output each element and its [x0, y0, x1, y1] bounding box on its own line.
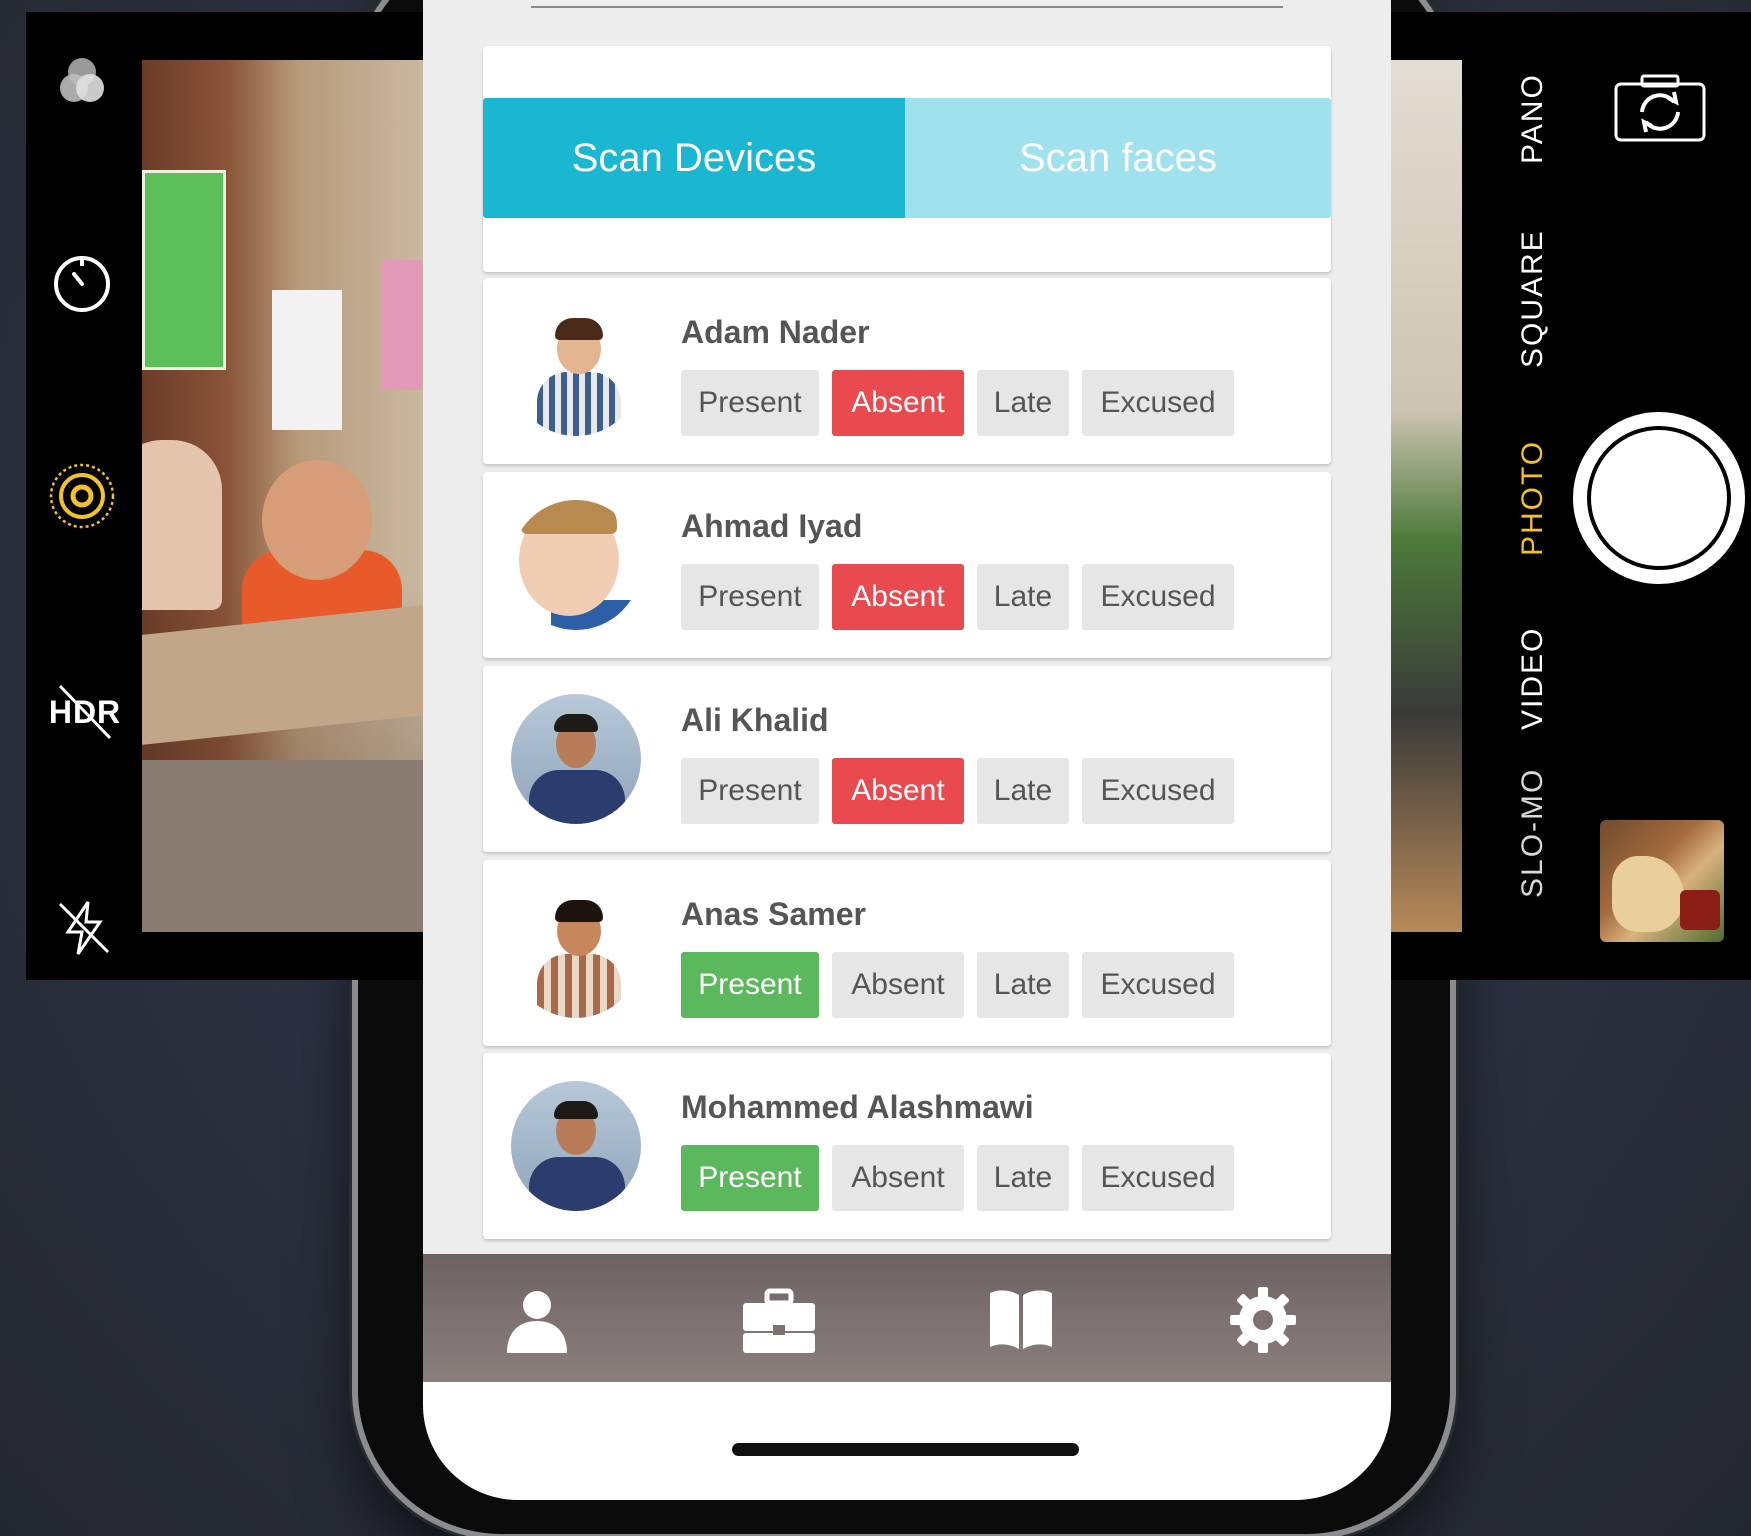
absent-button[interactable]: Absent: [832, 564, 964, 630]
present-button[interactable]: Present: [681, 564, 819, 630]
camera-frame-strip: [1388, 932, 1462, 980]
mode-pano[interactable]: PANO: [1516, 73, 1550, 164]
avatar: [511, 306, 641, 436]
home-indicator[interactable]: [732, 1443, 1079, 1456]
timer-icon[interactable]: [50, 252, 114, 316]
avatar: [511, 888, 641, 1018]
attendance-options: Present Absent Late Excused: [681, 758, 1234, 824]
switch-camera-icon[interactable]: [1612, 72, 1708, 144]
tab-library[interactable]: [973, 1272, 1069, 1368]
camera-left-toolbar: HDR: [26, 12, 142, 980]
mode-video[interactable]: VIDEO: [1516, 627, 1550, 730]
late-button[interactable]: Late: [977, 952, 1069, 1018]
camera-frame-strip: [1388, 12, 1462, 60]
avatar: [511, 1081, 641, 1211]
profile-icon: [507, 1291, 567, 1353]
student-card: Ali Khalid Present Absent Late Excused: [483, 666, 1331, 852]
student-name: Ahmad Iyad: [681, 508, 863, 544]
student-name: Ali Khalid: [681, 702, 829, 738]
settings-icon: [1230, 1287, 1296, 1353]
bottom-tab-bar: [423, 1254, 1391, 1382]
mode-square[interactable]: SQUARE: [1516, 229, 1550, 368]
absent-button[interactable]: Absent: [832, 952, 964, 1018]
student-name: Adam Nader: [681, 314, 870, 350]
shutter-button[interactable]: [1573, 412, 1745, 584]
tab-settings[interactable]: [1215, 1272, 1311, 1368]
present-button[interactable]: Present: [681, 370, 819, 436]
camera-frame-strip: [142, 12, 424, 60]
camera-viewfinder-left: [142, 60, 424, 932]
late-button[interactable]: Late: [977, 564, 1069, 630]
attendance-options: Present Absent Late Excused: [681, 952, 1234, 1018]
attendance-options: Present Absent Late Excused: [681, 1145, 1234, 1211]
student-card: Anas Samer Present Absent Late Excused: [483, 860, 1331, 1046]
present-button[interactable]: Present: [681, 1145, 819, 1211]
attendance-options: Present Absent Late Excused: [681, 370, 1234, 436]
excused-button[interactable]: Excused: [1082, 370, 1234, 436]
camera-viewfinder-right: [1388, 60, 1462, 932]
excused-button[interactable]: Excused: [1082, 952, 1234, 1018]
live-photo-icon[interactable]: [46, 460, 118, 532]
student-card: Mohammed Alashmawi Present Absent Late E…: [483, 1053, 1331, 1239]
attendance-app: Scan Devices Scan faces Adam Nader Prese…: [423, 0, 1391, 1382]
phone-screen-bottom: [423, 1380, 1391, 1500]
absent-button[interactable]: Absent: [832, 1145, 964, 1211]
student-name: Mohammed Alashmawi: [681, 1089, 1034, 1125]
present-button[interactable]: Present: [681, 952, 819, 1018]
excused-button[interactable]: Excused: [1082, 758, 1234, 824]
absent-button[interactable]: Absent: [832, 370, 964, 436]
flash-off-icon[interactable]: [52, 896, 116, 960]
filters-icon[interactable]: [50, 50, 114, 114]
late-button[interactable]: Late: [977, 370, 1069, 436]
tab-profile[interactable]: [489, 1272, 585, 1368]
student-card: Ahmad Iyad Present Absent Late Excused: [483, 472, 1331, 658]
student-card: Adam Nader Present Absent Late Excused: [483, 278, 1331, 464]
avatar: [511, 694, 641, 824]
briefcase-icon: [743, 1288, 815, 1353]
excused-button[interactable]: Excused: [1082, 564, 1234, 630]
camera-frame-strip: [142, 932, 424, 980]
scan-card: Scan Devices Scan faces: [483, 46, 1331, 272]
excused-button[interactable]: Excused: [1082, 1145, 1234, 1211]
divider: [531, 6, 1283, 8]
student-name: Anas Samer: [681, 896, 866, 932]
scan-devices-button[interactable]: Scan Devices: [483, 98, 905, 218]
shutter-inner: [1587, 426, 1731, 570]
scan-faces-button[interactable]: Scan faces: [905, 98, 1331, 218]
mode-photo[interactable]: PHOTO: [1516, 440, 1550, 556]
tab-briefcase[interactable]: [731, 1272, 827, 1368]
book-icon: [990, 1290, 1052, 1349]
avatar: [511, 500, 641, 630]
absent-button[interactable]: Absent: [832, 758, 964, 824]
last-photo-thumbnail[interactable]: [1600, 820, 1724, 942]
late-button[interactable]: Late: [977, 1145, 1069, 1211]
present-button[interactable]: Present: [681, 758, 819, 824]
mode-slo-mo[interactable]: SLO-MO: [1516, 768, 1550, 898]
late-button[interactable]: Late: [977, 758, 1069, 824]
attendance-options: Present Absent Late Excused: [681, 564, 1234, 630]
hdr-off-icon[interactable]: HDR: [40, 682, 130, 742]
